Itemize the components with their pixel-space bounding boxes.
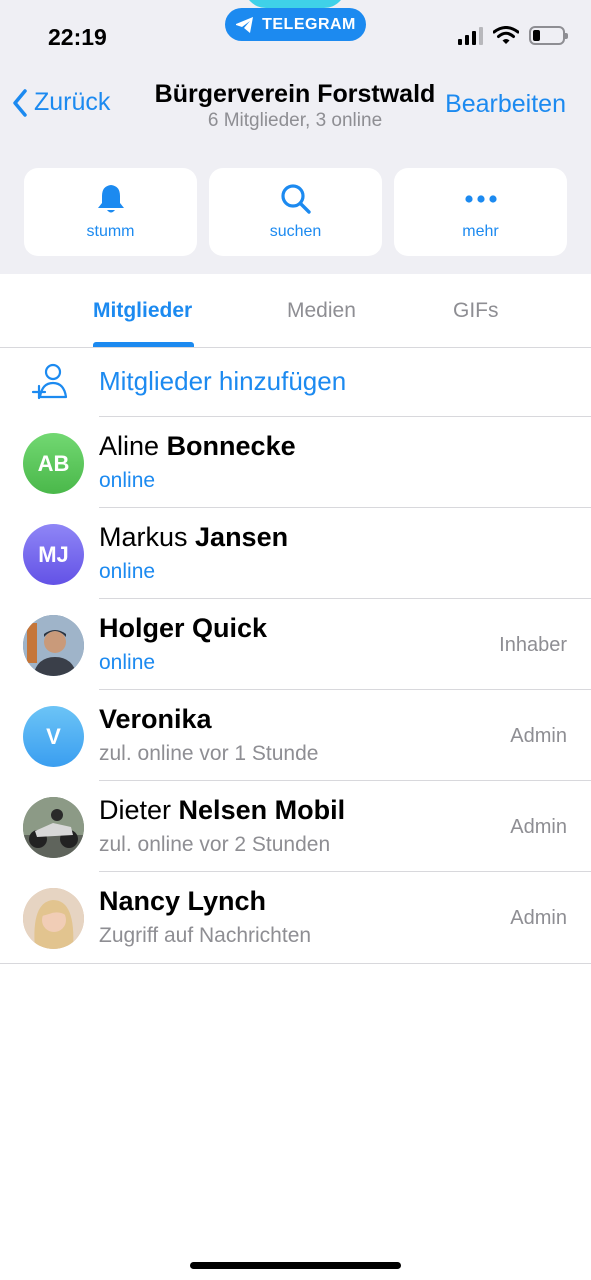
active-tab-indicator (93, 342, 194, 347)
member-status: online (99, 651, 156, 674)
avatar-initials: MJ (38, 541, 69, 567)
avatar-photo (23, 615, 84, 676)
member-status: online (99, 469, 156, 492)
system-icons (458, 26, 568, 45)
back-label: Zurück (34, 88, 111, 116)
person-photo-icon (23, 615, 84, 676)
tab-gifs[interactable]: GIFs (453, 299, 499, 323)
member-row[interactable]: V Veronika zul. online vor 1 Stunde Admi… (0, 690, 591, 781)
member-role-badge: Admin (510, 725, 567, 747)
member-first-name: Aline (99, 431, 160, 461)
member-name: Holger Quick (99, 613, 267, 644)
member-last-name: Nelsen Mobil (178, 795, 346, 825)
member-row[interactable]: Holger Quick online Inhaber (0, 599, 591, 690)
motorcycle-photo-icon (23, 797, 84, 858)
add-members-row[interactable]: Mitglieder hinzufügen (0, 348, 591, 416)
telegram-plane-icon (236, 16, 254, 33)
avatar: MJ (23, 524, 84, 585)
telegram-pill[interactable]: TELEGRAM (225, 8, 366, 41)
wifi-icon (493, 26, 519, 44)
member-status: zul. online vor 1 Stunde (99, 742, 319, 765)
clock: 22:19 (48, 24, 107, 50)
person-photo-icon (23, 888, 84, 949)
member-role-badge: Admin (510, 816, 567, 838)
dynamic-island-accent (244, 0, 346, 8)
more-button[interactable]: mehr (394, 168, 567, 256)
telegram-pill-label: TELEGRAM (262, 15, 356, 33)
status-bar: 22:19 TELEGRAM (0, 0, 591, 70)
member-name: Nancy Lynch (99, 886, 266, 917)
member-status: zul. online vor 2 Stunden (99, 833, 331, 856)
cellular-signal-icon (458, 26, 483, 45)
avatar: V (23, 706, 84, 767)
action-buttons: stumm suchen mehr (24, 168, 567, 256)
member-status: online (99, 560, 156, 583)
avatar-initials: V (46, 723, 61, 749)
header-area: 22:19 TELEGRAM Zurück Bürgerverein Forst… (0, 0, 591, 274)
search-label: suchen (269, 223, 322, 240)
battery-icon (529, 26, 568, 45)
member-name: Veronika (99, 704, 212, 735)
member-role-badge: Admin (510, 907, 567, 929)
bell-icon (97, 185, 124, 213)
tab-media[interactable]: Medien (287, 299, 356, 323)
member-row[interactable]: AB Aline Bonnecke online (0, 417, 591, 508)
search-icon (280, 184, 311, 214)
member-last-name: Nancy Lynch (99, 886, 267, 916)
home-indicator[interactable] (190, 1262, 401, 1269)
member-first-name: Dieter (99, 795, 172, 825)
member-row[interactable]: MJ Markus Jansen online (0, 508, 591, 599)
member-last-name: Jansen (195, 522, 289, 552)
add-members-label: Mitglieder hinzufügen (99, 366, 347, 396)
edit-button[interactable]: Bearbeiten (445, 90, 566, 119)
more-label: mehr (462, 223, 499, 240)
member-last-name: Holger Quick (99, 613, 268, 643)
more-icon (464, 195, 497, 203)
member-name: Markus Jansen (99, 522, 288, 553)
chevron-left-icon (13, 88, 27, 117)
add-user-icon (31, 363, 68, 400)
search-button[interactable]: suchen (209, 168, 382, 256)
avatar: AB (23, 433, 84, 494)
group-title: Bürgerverein Forstwald (154, 80, 436, 108)
member-name: Aline Bonnecke (99, 431, 296, 462)
tab-members[interactable]: Mitglieder (93, 299, 192, 323)
mute-label: stumm (86, 223, 135, 240)
divider (0, 963, 591, 964)
avatar-photo (23, 797, 84, 858)
avatar-photo (23, 888, 84, 949)
back-button[interactable]: Zurück (12, 88, 110, 117)
member-row[interactable]: Dieter Nelsen Mobil zul. online vor 2 St… (0, 781, 591, 872)
member-role-badge: Inhaber (499, 634, 567, 656)
member-status: Zugriff auf Nachrichten (99, 924, 312, 947)
member-name: Dieter Nelsen Mobil (99, 795, 345, 826)
member-last-name: Veronika (99, 704, 212, 734)
member-row[interactable]: Nancy Lynch Zugriff auf Nachrichten Admi… (0, 872, 591, 963)
member-last-name: Bonnecke (166, 431, 296, 461)
mute-button[interactable]: stumm (24, 168, 197, 256)
tab-bar: Mitglieder Medien GIFs (0, 274, 591, 348)
member-first-name: Markus (99, 522, 188, 552)
group-subtitle: 6 Mitglieder, 3 online (207, 110, 383, 131)
avatar-initials: AB (37, 450, 70, 476)
